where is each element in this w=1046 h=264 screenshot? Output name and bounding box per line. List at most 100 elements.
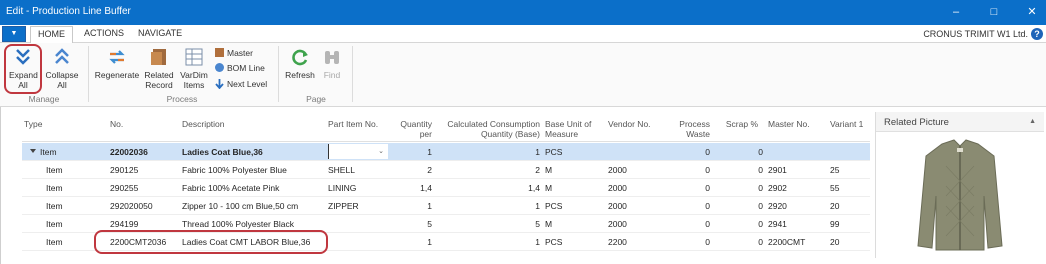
ribbon: Expand All Collapse All Manage Regenerat… [0, 43, 1046, 107]
col-header-process-waste[interactable]: Process Waste [674, 119, 710, 139]
cell-calc-consumption: 1 [535, 147, 540, 157]
tab-home[interactable]: HOME [30, 26, 73, 44]
cell-process-waste: 0 [705, 237, 710, 247]
refresh-icon [292, 49, 308, 66]
refresh-button[interactable]: Refresh [284, 46, 316, 80]
related-record-label: Related Record [144, 70, 174, 90]
ribbon-divider [88, 46, 89, 102]
cell-calc-consumption: 1 [535, 201, 540, 211]
collapse-up-icon[interactable]: ▲ [1029, 118, 1036, 125]
ribbon-divider [352, 46, 353, 102]
cell-description: Fabric 100% Polyester Blue [182, 165, 287, 175]
table-row[interactable]: Item 290255 Fabric 100% Acetate Pink LIN… [22, 179, 870, 197]
vardim-items-button[interactable]: VarDim Items [177, 46, 211, 90]
cell-scrap: 0 [758, 219, 763, 229]
chevron-down-icon[interactable]: ⌄ [378, 147, 384, 155]
cell-scrap: 0 [758, 183, 763, 193]
col-header-description[interactable]: Description [182, 119, 225, 129]
arrow-down-icon [215, 79, 224, 89]
related-picture-factbox: Related Picture ▲ [875, 112, 1044, 258]
close-icon[interactable]: ✕ [1024, 4, 1040, 20]
ribbon-tab-row: ▼ HOME ACTIONS NAVIGATE CRONUS TRIMIT W1… [0, 25, 1046, 44]
cell-process-waste: 0 [705, 219, 710, 229]
cell-calc-consumption: 1,4 [528, 183, 540, 193]
cell-master-no: 2901 [768, 165, 787, 175]
col-header-quantity-per[interactable]: Quantity per [390, 119, 432, 139]
cell-quantity-per: 1,4 [420, 183, 432, 193]
cell-scrap: 0 [758, 165, 763, 175]
cell-quantity-per: 1 [427, 147, 432, 157]
part-item-no-dropdown[interactable]: ⌄ [328, 144, 388, 159]
ribbon-divider [278, 46, 279, 102]
cell-process-waste: 0 [705, 165, 710, 175]
cell-no: 290255 [110, 183, 139, 193]
cell-quantity-per: 1 [427, 237, 432, 247]
vardim-items-label: VarDim Items [180, 70, 208, 90]
cell-description: Zipper 10 - 100 cm Blue,50 cm [182, 201, 299, 211]
cell-description: Ladies Coat Blue,36 [182, 147, 263, 157]
col-header-scrap[interactable]: Scrap % [718, 119, 758, 129]
double-chevron-up-icon [55, 48, 69, 64]
cell-master-no: 2941 [768, 219, 787, 229]
title-bar: Edit - Production Line Buffer – □ ✕ [0, 0, 1046, 25]
binoculars-icon [325, 51, 339, 64]
app-menu-button[interactable]: ▼ [2, 26, 26, 42]
cell-base-uom: M [545, 165, 553, 175]
find-label: Find [323, 70, 341, 80]
cell-variant-1: 55 [830, 183, 840, 193]
cell-variant-1: 20 [830, 201, 840, 211]
find-button[interactable]: Find [318, 46, 346, 80]
bom-line-label: BOM Line [227, 62, 265, 73]
help-icon[interactable]: ? [1031, 28, 1043, 40]
cell-scrap: 0 [758, 201, 763, 211]
regenerate-button[interactable]: Regenerate [92, 46, 142, 80]
tab-navigate[interactable]: NAVIGATE [138, 28, 182, 38]
cell-no: 294199 [110, 219, 139, 229]
col-header-vendor-no[interactable]: Vendor No. [608, 119, 651, 129]
master-button[interactable]: Master [214, 47, 253, 58]
group-label-manage: Manage [28, 94, 60, 104]
cell-process-waste: 0 [705, 201, 710, 211]
cell-master-no: 2200CMT [768, 237, 806, 247]
refresh-label: Refresh [285, 70, 315, 80]
grid-icon [185, 48, 203, 66]
col-header-master-no[interactable]: Master No. [768, 119, 810, 129]
col-header-variant-1[interactable]: Variant 1 [830, 119, 863, 129]
cell-master-no: 2902 [768, 183, 787, 193]
collapse-triangle-icon[interactable] [30, 149, 36, 153]
table-row[interactable]: Item 292020050 Zipper 10 - 100 cm Blue,5… [22, 197, 870, 215]
col-header-base-uom[interactable]: Base Unit of Measure [545, 119, 607, 139]
next-level-button[interactable]: Next Level [214, 78, 267, 89]
cell-type: Item [46, 237, 63, 247]
minimize-icon[interactable]: – [948, 4, 964, 20]
cell-part-item-no: SHELL [328, 165, 355, 175]
grid-header: Type No. Description Part Item No. Quant… [22, 112, 870, 142]
col-header-part-item-no[interactable]: Part Item No. [328, 119, 378, 129]
col-header-no[interactable]: No. [110, 119, 123, 129]
cell-type: Item [46, 183, 63, 193]
cell-process-waste: 0 [705, 183, 710, 193]
cell-base-uom: PCS [545, 147, 563, 157]
group-label-page: Page [306, 94, 326, 104]
cell-calc-consumption: 2 [535, 165, 540, 175]
maximize-icon[interactable]: □ [986, 4, 1002, 20]
cell-vendor-no: 2000 [608, 183, 627, 193]
factbox-title: Related Picture [884, 117, 949, 128]
related-record-icon [151, 49, 166, 65]
cell-process-waste: 0 [705, 147, 710, 157]
table-row[interactable]: Item 290125 Fabric 100% Polyester Blue S… [22, 161, 870, 179]
col-header-type[interactable]: Type [24, 119, 42, 129]
window-title: Edit - Production Line Buffer [6, 6, 131, 17]
cell-vendor-no: 2000 [608, 219, 627, 229]
company-name: CRONUS TRIMIT W1 Ltd. [923, 29, 1028, 39]
factbox-header[interactable]: Related Picture ▲ [876, 112, 1044, 132]
cell-no: 290125 [110, 165, 139, 175]
related-record-button[interactable]: Related Record [142, 46, 176, 90]
col-header-calc-consumption[interactable]: Calculated Consumption Quantity (Base) [438, 119, 540, 139]
collapse-all-button[interactable]: Collapse All [44, 46, 80, 90]
bom-line-button[interactable]: BOM Line [214, 62, 265, 73]
regenerate-label: Regenerate [94, 70, 140, 80]
table-row[interactable]: Item 22002036 Ladies Coat Blue,36 ⌄ 1 1 … [22, 143, 870, 161]
cell-vendor-no: 2000 [608, 201, 627, 211]
tab-actions[interactable]: ACTIONS [84, 28, 124, 38]
